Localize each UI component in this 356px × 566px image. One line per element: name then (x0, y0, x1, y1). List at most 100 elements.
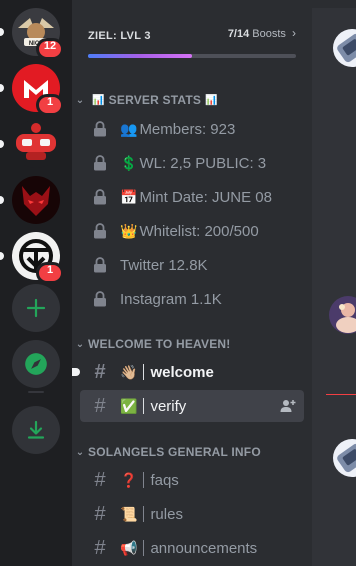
server-heaven[interactable]: NICE 12 (0, 8, 64, 60)
download-icon (27, 420, 45, 439)
stat-label: Mint Date: JUNE 08 (139, 188, 272, 206)
calendar-icon: 📅 (120, 188, 138, 205)
server-emblem[interactable]: 1 (0, 232, 64, 284)
explore-servers-button[interactable] (12, 340, 60, 388)
stat-channel[interactable]: 👥 Members: 923 (80, 113, 304, 145)
stat-channel[interactable]: 💲 WL: 2,5 PUBLIC: 3 (80, 147, 304, 179)
divider (143, 472, 145, 488)
chevron-right-icon: › (292, 26, 296, 40)
plus-icon (26, 298, 46, 318)
chevron-down-icon: ⌄ (75, 446, 85, 458)
boost-count: 7/14 Boosts › (228, 26, 296, 40)
bot-avatar[interactable] (332, 28, 356, 73)
boost-goal[interactable]: ZIEL: LVL 3 7/14 Boosts › (88, 26, 296, 58)
channel-welcome[interactable]: # 👋🏼 welcome (72, 356, 304, 388)
add-server-button[interactable] (12, 284, 60, 332)
server-mech-icon (12, 120, 60, 168)
text-channel-icon: # (94, 361, 106, 383)
dollar-icon: 💲 (120, 154, 138, 171)
stat-channel[interactable]: Instagram 1.1K (80, 283, 304, 315)
chevron-down-icon: ⌄ (75, 94, 85, 106)
channel-rules[interactable]: # 📜 rules (80, 498, 304, 530)
channel-sidebar: ZIEL: LVL 3 7/14 Boosts › ⌄ 📊 SERVER STA… (72, 0, 312, 566)
download-apps-button[interactable] (12, 406, 60, 454)
unread-indicator (0, 252, 4, 260)
divider (143, 364, 145, 380)
bar-chart-icon: 📊 (205, 94, 218, 106)
stat-label: Instagram 1.1K (120, 290, 222, 308)
create-invite-button[interactable] (280, 398, 296, 418)
lock-icon (88, 117, 112, 141)
mention-badge: 12 (36, 38, 64, 60)
add-person-icon (280, 400, 296, 412)
server-wolf-icon (12, 176, 60, 224)
bot-avatar[interactable] (332, 438, 356, 483)
channel-verify[interactable]: # ✅ verify (80, 390, 304, 422)
stat-channel[interactable]: 📅 Mint Date: JUNE 08 (80, 181, 304, 213)
channel-name: faqs (150, 471, 179, 489)
bot-avatar-icon (333, 439, 356, 477)
boost-count-suffix: Boosts (252, 28, 286, 40)
boost-progress-fill (88, 54, 192, 58)
question-mark-icon: ❓ (120, 471, 138, 488)
channel-faqs[interactable]: # ❓ faqs (80, 464, 304, 496)
people-icon: 👥 (120, 120, 138, 137)
divider (143, 506, 145, 522)
mention-badge: 1 (36, 94, 64, 116)
user-avatar-icon (329, 296, 356, 334)
crown-icon: 👑 (120, 222, 138, 239)
category-server-stats[interactable]: ⌄ 📊 SERVER STATS 📊 (74, 93, 222, 107)
text-channel-icon: # (94, 469, 106, 491)
server-rail: NICE 12 1 (0, 0, 72, 566)
text-channel-icon: # (94, 395, 106, 417)
new-messages-divider (326, 394, 356, 395)
boost-count-value: 7/14 (227, 28, 250, 40)
category-welcome[interactable]: ⌄ WELCOME TO HEAVEN! (74, 337, 231, 351)
channel-announcements[interactable]: # 📢 announcements (80, 532, 304, 564)
category-label: WELCOME TO HEAVEN! (88, 337, 231, 351)
chat-area (312, 0, 356, 566)
lock-icon (88, 253, 112, 277)
user-avatar[interactable] (328, 295, 356, 340)
divider (143, 540, 145, 556)
bar-chart-icon: 📊 (92, 94, 105, 106)
scroll-icon: 📜 (120, 505, 138, 522)
unread-indicator (0, 84, 4, 92)
stat-label: Members: 923 (139, 120, 236, 138)
server-red-m[interactable]: 1 (0, 64, 64, 116)
megaphone-icon: 📢 (120, 539, 138, 556)
server-wolf[interactable] (0, 176, 60, 224)
stat-label: WL: 2,5 PUBLIC: 3 (139, 154, 267, 172)
channel-name: announcements (150, 539, 258, 557)
stat-label: Whitelist: 200/500 (139, 222, 259, 240)
boost-progress-bar (88, 54, 296, 58)
unread-indicator (0, 140, 4, 148)
unread-indicator (0, 196, 4, 204)
text-channel-icon: # (94, 537, 106, 559)
boost-goal-title: ZIEL: LVL 3 (88, 30, 151, 42)
chevron-down-icon: ⌄ (75, 338, 85, 350)
chat-header-edge (312, 0, 356, 8)
lock-icon (88, 185, 112, 209)
waving-hand-icon: 👋🏼 (120, 363, 138, 380)
channel-name: rules (150, 505, 183, 523)
unread-dot (72, 368, 80, 376)
stat-label: Twitter 12.8K (120, 256, 208, 274)
compass-icon (25, 353, 47, 375)
channel-name: welcome (150, 363, 214, 381)
category-general-info[interactable]: ⌄ SOLANGELS GENERAL INFO (74, 445, 261, 459)
unread-indicator (0, 28, 4, 36)
stat-channel[interactable]: Twitter 12.8K (80, 249, 304, 281)
stat-channel[interactable]: 👑 Whitelist: 200/500 (80, 215, 304, 247)
lock-icon (88, 219, 112, 243)
category-label: SOLANGELS GENERAL INFO (88, 445, 261, 459)
channel-name: verify (150, 397, 187, 415)
check-mark-icon: ✅ (120, 397, 138, 414)
text-channel-icon: # (94, 503, 106, 525)
lock-icon (88, 151, 112, 175)
server-mech[interactable] (0, 120, 60, 168)
mention-badge: 1 (36, 262, 64, 284)
category-label: SERVER STATS (108, 93, 202, 107)
divider (143, 398, 145, 414)
bot-avatar-icon (333, 29, 356, 67)
